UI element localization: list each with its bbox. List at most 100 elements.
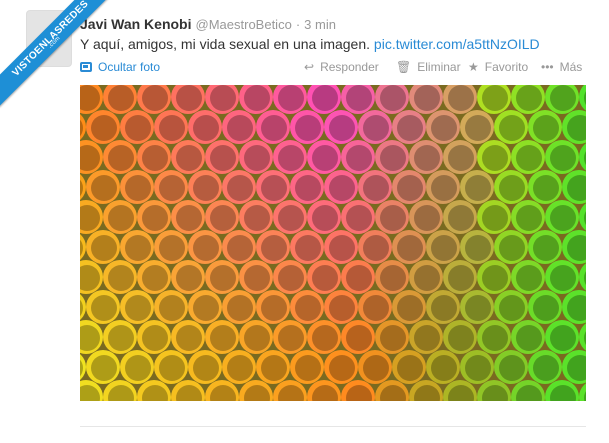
tweet-body: Y aquí, amigos, mi vida sexual en una im… (80, 36, 374, 52)
straw-hole (550, 325, 576, 351)
straw-hole (448, 265, 474, 291)
straw-hole (159, 235, 185, 261)
straw-hole (142, 85, 168, 111)
straw-hole (516, 325, 542, 351)
straw-hole (533, 295, 559, 321)
tweet-header: Javi Wan Kenobi @MaestroBetico · 3 min (80, 16, 336, 32)
straw-hole (261, 235, 287, 261)
separator-dot: · (295, 17, 301, 32)
straw-hole (210, 145, 236, 171)
straw-hole (397, 295, 423, 321)
straw-hole (244, 145, 270, 171)
straw-hole (346, 325, 372, 351)
more-button[interactable]: ••• Más (541, 60, 582, 74)
straw-hole (329, 355, 355, 381)
straw-hole (363, 175, 389, 201)
straw-hole (533, 355, 559, 381)
straw-hole (380, 325, 406, 351)
straw-hole (227, 355, 253, 381)
straw-hole (550, 205, 576, 231)
straw-hole (278, 205, 304, 231)
straw-hole (329, 235, 355, 261)
straw-hole (363, 235, 389, 261)
tweet-text: Y aquí, amigos, mi vida sexual en una im… (80, 36, 540, 52)
straw-hole (176, 265, 202, 291)
straw-hole (261, 115, 287, 141)
delete-button[interactable]: 🗑 Eliminar (396, 60, 461, 74)
straw-hole (91, 175, 117, 201)
straw-hole (244, 325, 270, 351)
straw-hole (533, 175, 559, 201)
straw-hole (346, 85, 372, 111)
straw-hole (176, 85, 202, 111)
hide-photo-button[interactable]: Ocultar foto (80, 60, 160, 74)
reply-button[interactable]: ↩ Responder (304, 60, 379, 74)
straw-hole (329, 175, 355, 201)
straw-hole (312, 325, 338, 351)
straw-hole (431, 115, 457, 141)
straw-hole (312, 265, 338, 291)
straw-hole (108, 85, 134, 111)
straw-hole (397, 355, 423, 381)
straw-hole (159, 175, 185, 201)
straw-hole (380, 145, 406, 171)
straw-hole (278, 85, 304, 111)
straw-hole (346, 145, 372, 171)
straw-hole (295, 295, 321, 321)
straw-hole (431, 235, 457, 261)
straw-hole (482, 325, 508, 351)
straw-hole (397, 115, 423, 141)
straw-hole (397, 175, 423, 201)
tweet-time[interactable]: 3 min (304, 17, 336, 32)
hide-photo-label: Ocultar foto (98, 60, 161, 74)
straw-hole (227, 175, 253, 201)
more-dots-icon: ••• (541, 60, 554, 74)
straw-hole (159, 295, 185, 321)
favorite-button[interactable]: ★ Favorito (468, 60, 528, 74)
straw-hole (108, 325, 134, 351)
favorite-label: Favorito (484, 60, 529, 74)
straw-hole (91, 235, 117, 261)
straw-hole (193, 175, 219, 201)
straw-hole (465, 175, 491, 201)
straw-hole (499, 295, 525, 321)
straw-hole (448, 85, 474, 111)
straw-hole (142, 145, 168, 171)
straw-hole (414, 205, 440, 231)
straw-hole (193, 235, 219, 261)
straw-hole (465, 235, 491, 261)
straw-hole (533, 115, 559, 141)
straw-hole (295, 115, 321, 141)
straw-hole (125, 115, 151, 141)
straw-hole (193, 115, 219, 141)
straw-hole (380, 265, 406, 291)
straw-hole (482, 205, 508, 231)
straw-hole (295, 175, 321, 201)
user-handle[interactable]: @MaestroBetico (196, 17, 292, 32)
straw-hole (346, 265, 372, 291)
straw-hole (142, 205, 168, 231)
straw-hole (448, 205, 474, 231)
straw-hole (516, 85, 542, 111)
straw-hole (414, 85, 440, 111)
straw-hole (193, 295, 219, 321)
straw-hole (431, 295, 457, 321)
straw-hole (329, 295, 355, 321)
straw-hole (380, 85, 406, 111)
straw-hole (278, 145, 304, 171)
straw-hole (312, 145, 338, 171)
straw-hole (91, 115, 117, 141)
straw-hole (227, 295, 253, 321)
straw-hole (176, 145, 202, 171)
straw-hole (193, 355, 219, 381)
reply-label: Responder (320, 60, 379, 74)
straw-hole (550, 265, 576, 291)
straw-hole (108, 145, 134, 171)
photo-icon (80, 62, 92, 72)
tweet-photo-link[interactable]: pic.twitter.com/a5ttNzOILD (374, 36, 540, 52)
straws-image (80, 85, 586, 401)
user-name[interactable]: Javi Wan Kenobi (80, 16, 192, 32)
straw-hole (125, 295, 151, 321)
tweet-photo[interactable] (80, 85, 586, 401)
straw-hole (176, 325, 202, 351)
